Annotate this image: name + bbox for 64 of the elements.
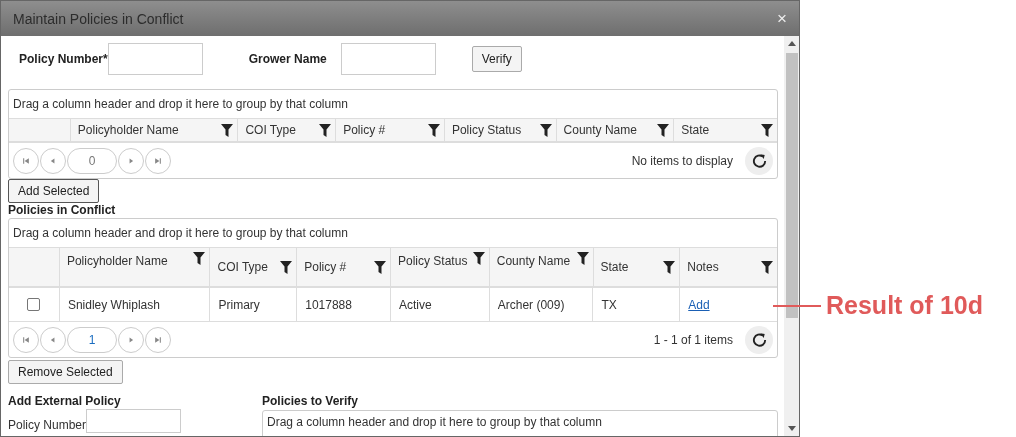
column-header[interactable]: County Name	[488, 248, 593, 286]
skip-first-icon	[21, 334, 31, 345]
section-title: Policies in Conflict	[8, 204, 117, 217]
field-label: Policy Number	[8, 418, 87, 432]
scroll-bar[interactable]	[784, 36, 799, 436]
filter-icon[interactable]	[761, 123, 773, 137]
pager-info: 1 - 1 of 1 items	[653, 332, 733, 347]
scroll-up-icon[interactable]	[787, 41, 796, 46]
column-header[interactable]: COI Type	[237, 119, 336, 141]
filter-icon[interactable]	[576, 252, 589, 265]
skip-first-icon	[21, 155, 31, 166]
filter-icon[interactable]	[663, 260, 676, 274]
leader-line	[773, 304, 821, 307]
column-header[interactable]: Policy Status	[443, 119, 556, 141]
column-header[interactable]: County Name	[555, 119, 674, 141]
verify-button[interactable]: Verify	[471, 46, 522, 72]
column-header[interactable]: State	[592, 248, 680, 286]
refresh-icon[interactable]	[745, 146, 773, 175]
filter-icon[interactable]	[221, 123, 234, 137]
remove-selected-button[interactable]: Remove Selected	[8, 360, 123, 384]
table-cell: Snidley Whiplash	[58, 288, 210, 321]
table-cell: Archer (009)	[488, 288, 593, 321]
filter-icon[interactable]	[319, 123, 332, 137]
input-field[interactable]	[86, 409, 182, 433]
filter-icon[interactable]	[427, 123, 440, 137]
refresh-icon[interactable]	[745, 325, 773, 354]
page-number[interactable]: 0	[67, 147, 117, 174]
table-cell: Active	[390, 288, 489, 321]
column-header[interactable]: Notes	[679, 248, 778, 286]
page-number[interactable]: 1	[67, 326, 117, 353]
pager-info: No items to display	[631, 153, 733, 168]
window-title: Maintain Policies in Conflict	[13, 10, 184, 27]
column-header[interactable]: COI Type	[209, 248, 297, 286]
filter-icon[interactable]	[280, 260, 293, 274]
annotation-label: Result of 10d	[826, 291, 983, 320]
input-field[interactable]	[340, 43, 436, 75]
column-header[interactable]: Policyholder Name	[58, 248, 210, 286]
field-label: Policy Number*	[19, 52, 108, 66]
column-header[interactable]: Policyholder Name	[69, 119, 238, 141]
column-header[interactable]: Policy #	[296, 248, 390, 286]
skip-last-icon	[153, 334, 163, 345]
field-label: Grower Name	[248, 52, 327, 66]
section-title: Add External Policy	[8, 395, 122, 408]
input-field[interactable]	[107, 43, 203, 75]
filter-icon[interactable]	[539, 123, 552, 137]
row-checkbox[interactable]	[27, 298, 41, 311]
column-header[interactable]: Policy #	[335, 119, 444, 141]
filter-icon[interactable]	[193, 252, 206, 265]
section-title: Policies to Verify	[262, 395, 360, 408]
filter-icon[interactable]	[472, 252, 485, 265]
add-selected-button[interactable]: Add Selected	[8, 179, 100, 203]
scroll-down-icon[interactable]	[787, 426, 796, 431]
group-hint: Drag a column header and drop it here to group by that column	[266, 414, 603, 431]
add-note-link[interactable]: Add	[688, 297, 710, 312]
column-header[interactable]: State	[673, 119, 777, 141]
close-button[interactable]: ×	[777, 8, 787, 29]
filter-icon[interactable]	[657, 123, 670, 137]
table-cell: TX	[592, 288, 680, 321]
table-cell: Primary	[209, 288, 297, 321]
table-cell: 1017888	[296, 288, 390, 321]
skip-last-icon	[153, 155, 163, 166]
column-header[interactable]: Policy Status	[390, 248, 489, 286]
filter-icon[interactable]	[761, 260, 774, 274]
filter-icon[interactable]	[374, 260, 386, 274]
